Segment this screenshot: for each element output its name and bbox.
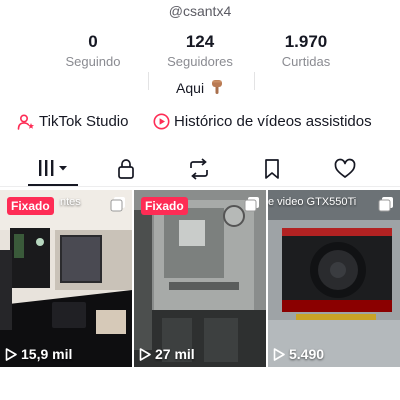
profile-links: TikTok Studio Histórico de vídeos assist…	[0, 113, 400, 135]
tab-favorites[interactable]	[252, 154, 292, 184]
stat-likes[interactable]: 1.970 Curtidas	[246, 32, 366, 71]
stat-followers-value: 124	[185, 32, 215, 51]
view-count-value: 27 mil	[155, 346, 195, 362]
heart-icon	[334, 158, 356, 178]
tab-liked[interactable]	[325, 154, 365, 184]
view-count: 5.490	[273, 346, 324, 362]
view-count: 27 mil	[139, 346, 195, 362]
thumbnail-caption: ntes	[60, 196, 81, 208]
video-thumbnail[interactable]: Fixado 27 mil	[134, 190, 266, 367]
stat-followers[interactable]: 124 Seguidores	[140, 32, 260, 71]
stat-likes-label: Curtidas	[281, 54, 331, 69]
play-icon	[5, 347, 17, 361]
profile-stats: 0 Seguindo 124 Seguidores 1.970 Curtidas	[0, 32, 400, 90]
play-icon	[273, 347, 285, 361]
tabs-divider	[0, 186, 400, 187]
carousel-icon	[378, 196, 394, 217]
watch-history-link[interactable]: Histórico de vídeos assistidos	[153, 113, 372, 130]
watch-history-label: Histórico de vídeos assistidos	[174, 113, 372, 130]
video-grid: Fixado ntes 15,9 mil Fixado 27 mil e vid…	[0, 190, 400, 367]
stat-followers-label: Seguidores	[167, 54, 233, 69]
video-thumbnail[interactable]: Fixado ntes 15,9 mil	[0, 190, 132, 367]
stat-following[interactable]: 0 Seguindo	[33, 32, 153, 71]
stat-likes-value: 1.970	[284, 32, 328, 51]
grid-icon	[39, 160, 67, 176]
profile-bio: Aqui	[0, 80, 400, 96]
view-count-value: 5.490	[289, 346, 325, 362]
tab-reposts[interactable]	[179, 154, 219, 184]
carousel-icon	[110, 196, 126, 217]
play-circle-icon	[153, 113, 170, 130]
view-count: 15,9 mil	[5, 346, 72, 362]
stat-following-label: Seguindo	[65, 54, 121, 69]
bio-text: Aqui	[176, 80, 205, 96]
view-count-value: 15,9 mil	[21, 346, 73, 362]
pinned-badge: Fixado	[7, 197, 54, 215]
pointing-down-hand-icon	[210, 80, 224, 94]
stat-following-value: 0	[88, 32, 98, 51]
repost-icon	[190, 158, 208, 180]
pinned-badge: Fixado	[141, 197, 188, 215]
person-star-icon	[17, 113, 34, 130]
tab-private[interactable]	[106, 154, 146, 184]
profile-tabs	[0, 154, 400, 186]
tab-videos[interactable]	[33, 154, 73, 184]
tiktok-studio-label: TikTok Studio	[39, 113, 129, 130]
thumbnail-caption: e video GTX550Ti	[268, 196, 357, 208]
tiktok-studio-link[interactable]: TikTok Studio	[17, 113, 128, 130]
play-icon	[139, 347, 151, 361]
bookmark-icon	[265, 159, 279, 179]
profile-username: @csantx4	[168, 3, 232, 19]
carousel-icon	[244, 196, 260, 217]
video-thumbnail[interactable]: e video GTX550Ti 5.490	[268, 190, 400, 367]
lock-icon	[118, 159, 134, 179]
